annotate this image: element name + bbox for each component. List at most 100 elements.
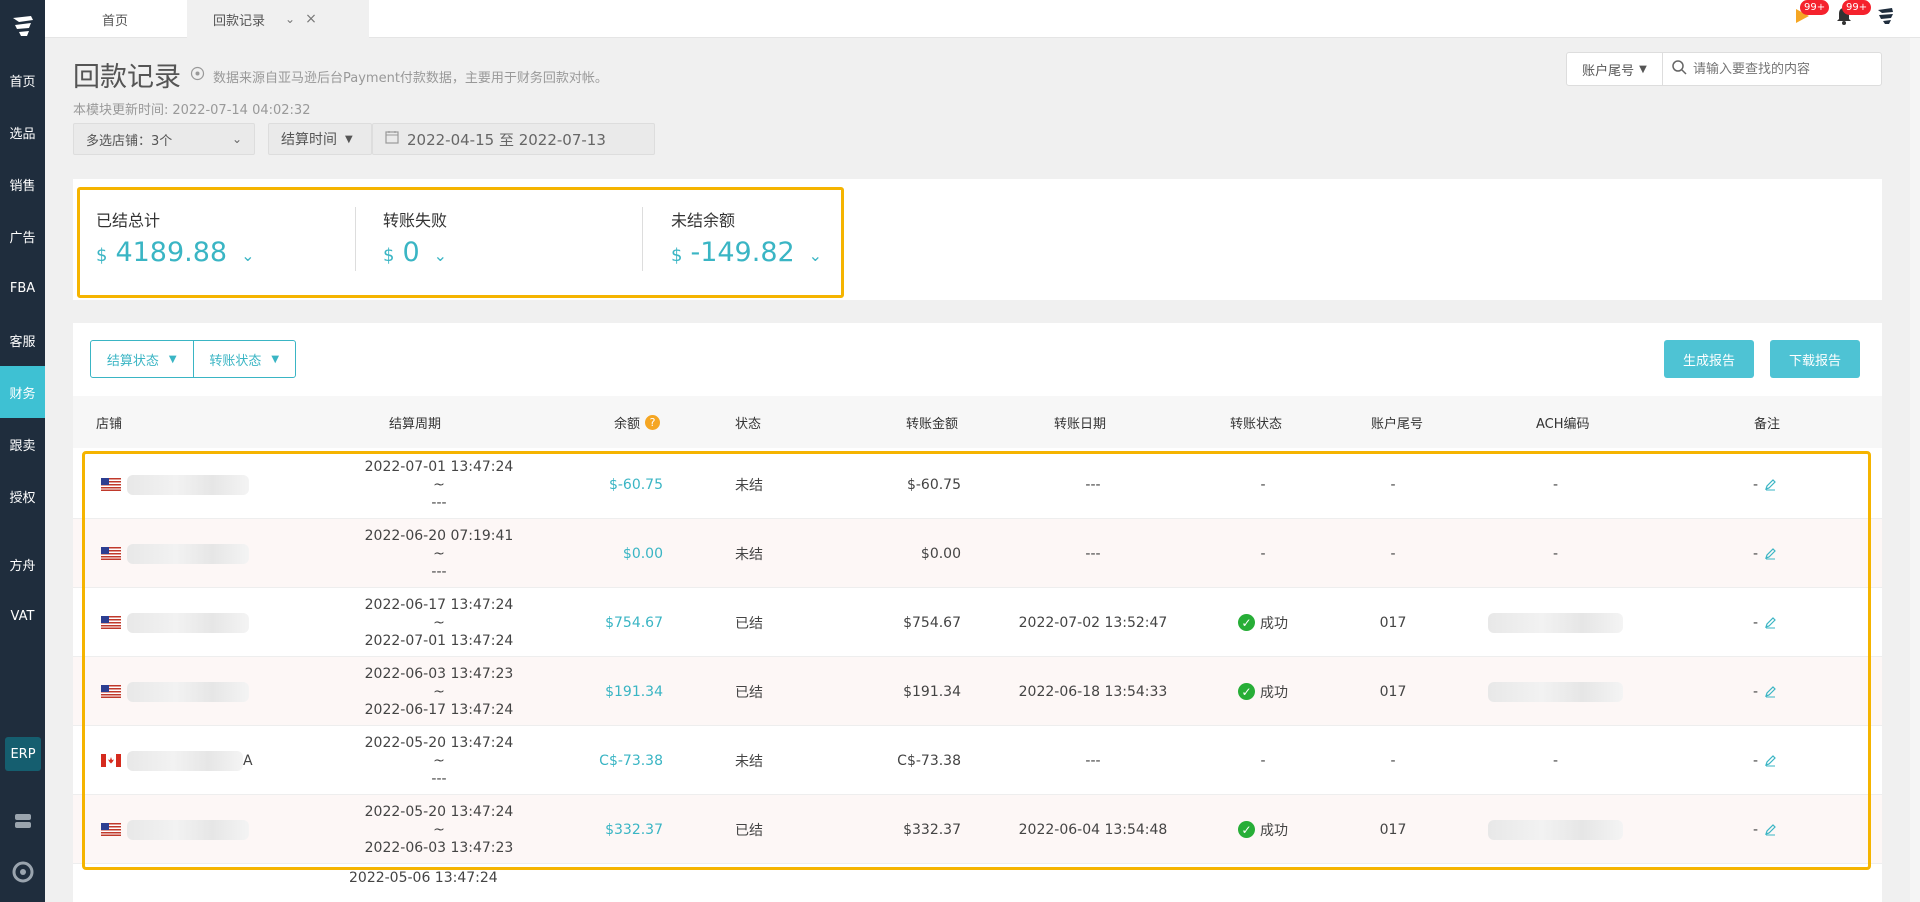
status-cell: 已结 [735, 615, 763, 632]
sidebar-item[interactable]: 销售 [0, 158, 45, 210]
ach-cell [1473, 795, 1638, 864]
us-flag-icon [101, 616, 121, 629]
store-cell [101, 519, 249, 588]
app-logo[interactable] [0, 0, 45, 52]
date-cell: --- [1085, 545, 1101, 562]
period-start: 2022-06-17 13:47:24 [364, 596, 514, 613]
col-ach: ACH编码 [1536, 416, 1590, 432]
transfer-status-text: - [1260, 752, 1266, 769]
search-box [1662, 52, 1882, 86]
sidebar-item[interactable]: 方舟 [0, 538, 45, 590]
period-end: 2022-06-03 13:47:23 [364, 839, 514, 856]
sidebar-item[interactable]: 广告 [0, 210, 45, 262]
check-circle-icon: ✓ [1238, 683, 1255, 700]
us-flag-icon [101, 685, 121, 698]
ach-code: - [1552, 545, 1559, 562]
download-report-button[interactable]: 下载报告 [1770, 340, 1860, 378]
period-start: 2022-07-01 13:47:24 [364, 458, 514, 475]
sidebar-item[interactable]: 首页 [0, 54, 45, 106]
scrollbar[interactable] [1910, 38, 1920, 902]
transfer-status-cell: - [1203, 726, 1323, 795]
store-multi-select[interactable]: 多选店铺：3个 ⌄ [73, 123, 255, 155]
account-cell: 017 [1379, 821, 1407, 838]
ach-code-redacted [1488, 612, 1623, 633]
settle-status-filter[interactable]: 结算状态 ▼ [91, 341, 193, 377]
sidebar-erp[interactable]: ERP [5, 737, 41, 771]
generate-report-button[interactable]: 生成报告 [1664, 340, 1754, 378]
edit-icon[interactable] [1764, 754, 1777, 767]
transfer-status-text: 成功 [1260, 615, 1288, 632]
help-icon[interactable]: ? [645, 414, 661, 430]
database-icon[interactable] [10, 808, 36, 834]
ach-cell: - [1473, 450, 1638, 519]
date-type-select[interactable]: 结算时间 ▼ [268, 123, 372, 155]
sidebar-item[interactable]: 授权 [0, 470, 45, 522]
sidebar-item[interactable]: 客服 [0, 314, 45, 366]
store-name-redacted [127, 543, 249, 564]
period-start: 2022-05-20 13:47:24 [364, 734, 514, 751]
transfer-status-text: 成功 [1260, 684, 1288, 701]
tab-home[interactable]: 首页 [45, 0, 185, 38]
page-title: 回款记录 [73, 62, 181, 93]
balance-cell[interactable]: $-60.75 [513, 450, 663, 519]
note-cell: - [1753, 795, 1777, 864]
sidebar-item[interactable]: VAT [0, 590, 45, 642]
note-text: - [1753, 752, 1759, 769]
edit-icon[interactable] [1764, 478, 1777, 491]
period-cell: 2022-07-01 13:47:24 ~ --- [349, 450, 529, 519]
info-icon[interactable] [190, 66, 205, 85]
transfer-status-filter[interactable]: 转账状态 ▼ [192, 341, 296, 377]
date-range-picker[interactable]: 2022-04-15 至 2022-07-13 [372, 123, 655, 155]
edit-icon[interactable] [1764, 685, 1777, 698]
store-cell [101, 795, 249, 864]
close-icon[interactable]: × [305, 11, 317, 27]
edit-icon[interactable] [1764, 547, 1777, 560]
ach-cell: - [1473, 726, 1638, 795]
tab-current[interactable]: 回款记录 ⌄ × [187, 0, 369, 38]
period-cell: 2022-06-17 13:47:24 ~2022-07-01 13:47:24 [349, 588, 529, 657]
account-cell: - [1390, 545, 1396, 562]
balance-cell[interactable]: $0.00 [513, 519, 663, 588]
chevron-down-icon[interactable]: ⌄ [285, 12, 295, 26]
note-text: - [1753, 614, 1759, 631]
search-input[interactable] [1693, 61, 1873, 77]
sidebar-item[interactable]: 选品 [0, 106, 45, 158]
store-cell [101, 657, 249, 726]
sidebar-item[interactable]: 财务 [0, 366, 45, 418]
period-separator: ~ [433, 821, 445, 838]
account-select[interactable]: 账户尾号 ▼ [1566, 52, 1663, 86]
balance-cell[interactable]: $191.34 [513, 657, 663, 726]
sidebar-item[interactable]: FBA [0, 262, 45, 314]
edit-icon[interactable] [1764, 616, 1777, 629]
period-cell: 2022-05-20 13:47:24 ~ --- [349, 726, 529, 795]
caret-down-icon: ▼ [168, 353, 177, 365]
store-suffix: A [243, 752, 253, 769]
account-cell: 017 [1379, 683, 1407, 700]
period-end: 2022-07-01 13:47:24 [364, 632, 514, 649]
ach-code-redacted [1488, 681, 1623, 702]
caret-down-icon: ▼ [1639, 63, 1647, 75]
date-cell: --- [1085, 752, 1101, 769]
transfer-status-text: - [1260, 476, 1266, 493]
user-avatar-icon[interactable] [1874, 4, 1898, 28]
account-cell: 017 [1379, 614, 1407, 631]
status-cell: 已结 [735, 684, 763, 701]
balance-cell[interactable]: C$-73.38 [513, 726, 663, 795]
ach-cell [1473, 588, 1638, 657]
note-cell: - [1753, 519, 1777, 588]
note-cell: - [1753, 657, 1777, 726]
support-icon[interactable] [10, 859, 36, 885]
sidebar-item[interactable]: 跟卖 [0, 418, 45, 470]
col-balance: 余额? [614, 396, 661, 448]
bell-icon[interactable]: 99+ [1832, 0, 1872, 28]
update-time: 本模块更新时间: 2022-07-14 04:02:32 [73, 99, 310, 118]
ach-cell: - [1473, 519, 1638, 588]
transfer-status-label: 转账状态 [209, 353, 262, 369]
balance-cell[interactable]: $754.67 [513, 588, 663, 657]
edit-icon[interactable] [1764, 823, 1777, 836]
note-text: - [1753, 821, 1759, 838]
flag-icon[interactable]: 99+ [1790, 0, 1830, 28]
tab-current-label: 回款记录 [213, 13, 266, 29]
period-start: 2022-05-20 13:47:24 [364, 803, 514, 820]
balance-cell[interactable]: $332.37 [513, 795, 663, 864]
